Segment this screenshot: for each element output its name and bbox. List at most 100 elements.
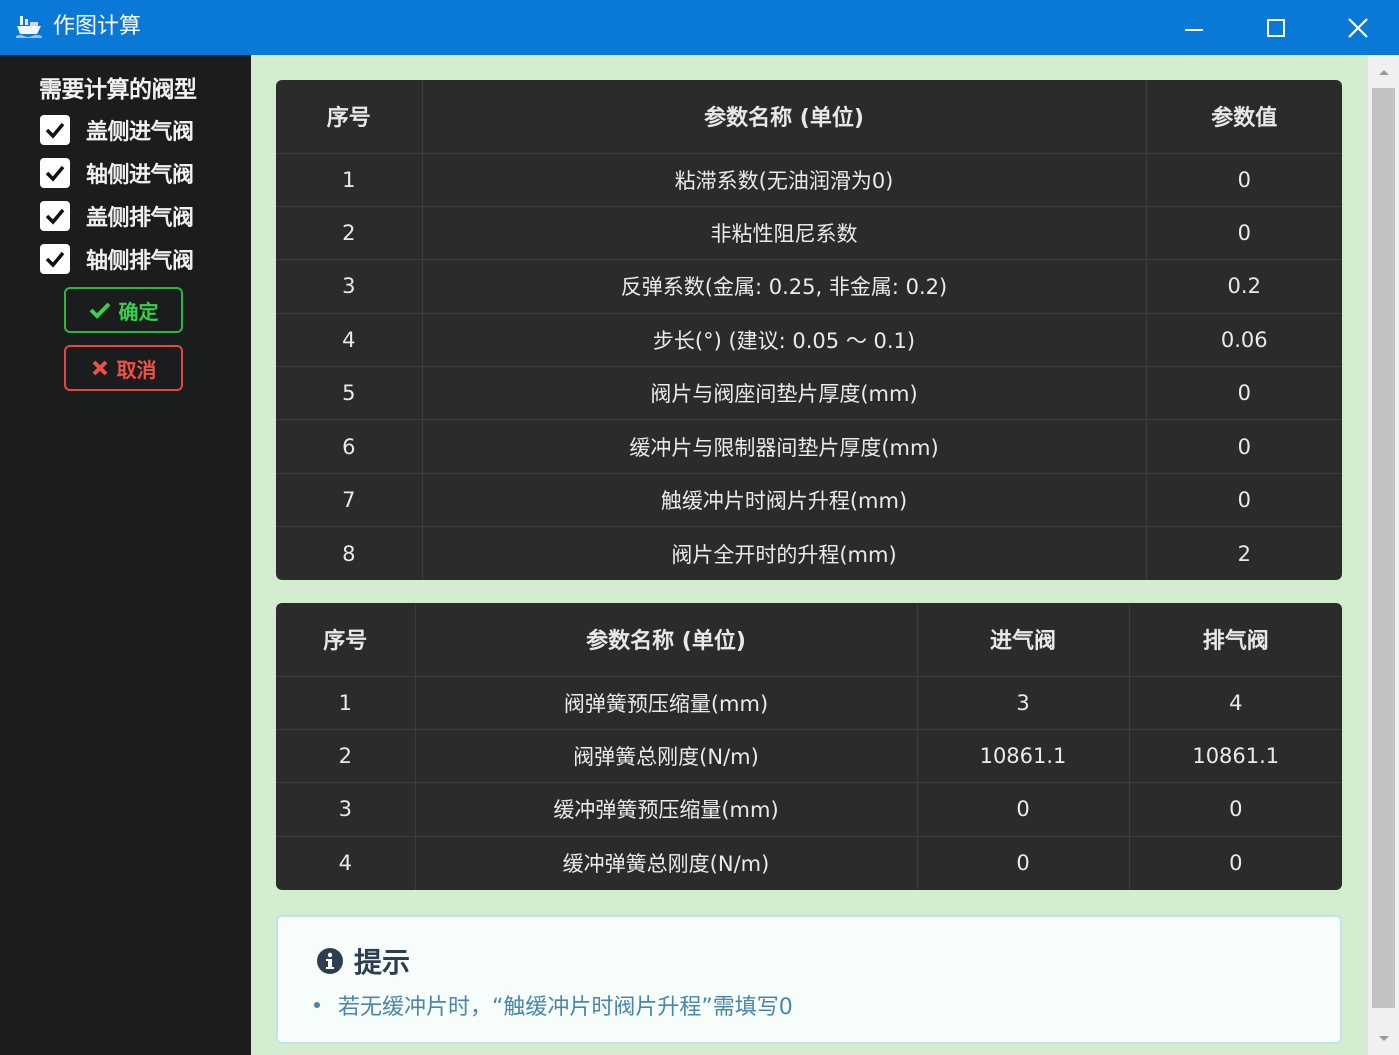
row-index: 6 (276, 419, 423, 474)
scroll-up-button[interactable] (1368, 55, 1399, 88)
param-value-cell[interactable]: 0.06 (1146, 313, 1342, 368)
param-name: 粘滞系数(无油润滑为0) (422, 153, 1147, 207)
column-header-value: 参数值 (1146, 80, 1342, 154)
checkbox-box[interactable] (40, 158, 70, 188)
checkbox-label: 轴侧进气阀 (86, 163, 194, 188)
intake-value-cell[interactable]: 10861.1 (917, 729, 1130, 784)
checkbox-cover-intake[interactable]: 盖侧进气阀 (40, 114, 194, 146)
column-header-name: 参数名称 (单位) (422, 80, 1147, 154)
checkbox-box[interactable] (40, 115, 70, 145)
row-index: 4 (276, 313, 423, 368)
minimize-button[interactable] (1153, 0, 1235, 55)
row-index: 4 (276, 836, 416, 890)
param-name: 反弹系数(金属: 0.25, 非金属: 0.2) (422, 259, 1147, 314)
table-header-row: 序号 参数名称 (单位) 进气阀 排气阀 (276, 603, 1342, 677)
table-row: 6 缓冲片与限制器间垫片厚度(mm) 0 (276, 419, 1342, 474)
param-name: 缓冲片与限制器间垫片厚度(mm) (422, 419, 1147, 474)
row-index: 3 (276, 782, 416, 837)
param-value-cell[interactable]: 0 (1146, 419, 1342, 474)
exhaust-value-cell[interactable]: 0 (1129, 836, 1342, 889)
param-value-cell[interactable]: 0 (1146, 366, 1342, 421)
param-value-cell[interactable]: 0.2 (1146, 259, 1342, 314)
table-row: 3 缓冲弹簧预压缩量(mm) 0 0 (276, 782, 1342, 837)
checkbox-shaft-intake[interactable]: 轴侧进气阀 (40, 157, 194, 189)
tip-title: 提示 (354, 946, 411, 979)
table-row: 5 阀片与阀座间垫片厚度(mm) 0 (276, 366, 1342, 421)
table-row: 2 阀弹簧总刚度(N/m) 10861.1 10861.1 (276, 729, 1342, 784)
general-params-table: 序号 参数名称 (单位) 参数值 1 粘滞系数(无油润滑为0) 0 2 非粘性阻尼系数… (276, 80, 1342, 581)
param-name: 阀片与阀座间垫片厚度(mm) (422, 366, 1147, 421)
checkbox-box[interactable] (40, 244, 70, 274)
table-row: 4 步长(°) (建议: 0.05 ～ 0.1) 0.06 (276, 313, 1342, 368)
checkbox-box[interactable] (40, 201, 70, 231)
param-name: 阀弹簧预压缩量(mm) (415, 676, 918, 730)
row-index: 8 (276, 526, 423, 581)
param-name: 步长(°) (建议: 0.05 ～ 0.1) (422, 313, 1147, 368)
arrow-down-icon (1378, 1035, 1389, 1041)
intake-value-cell[interactable]: 0 (917, 836, 1130, 890)
scrollbar-thumb[interactable] (1372, 88, 1395, 1008)
x-icon (92, 360, 107, 376)
window-title: 作图计算 (53, 14, 142, 39)
checkbox-cover-exhaust[interactable]: 盖侧排气阀 (40, 200, 194, 232)
table-row: 4 缓冲弹簧总刚度(N/m) 0 0 (276, 836, 1342, 890)
param-value-cell[interactable]: 2 (1146, 527, 1342, 580)
vertical-scrollbar[interactable] (1368, 55, 1399, 1055)
close-button[interactable] (1317, 0, 1399, 55)
table-row: 8 阀片全开时的升程(mm) 2 (276, 526, 1342, 581)
column-header-name: 参数名称 (单位) (415, 603, 918, 677)
param-name: 缓冲弹簧总刚度(N/m) (415, 836, 918, 890)
param-value-cell[interactable]: 0 (1146, 206, 1342, 261)
checkmark-icon (45, 208, 65, 225)
maximize-icon (1267, 18, 1285, 37)
param-value-cell[interactable]: 0 (1146, 153, 1342, 207)
checkbox-label: 盖侧排气阀 (86, 206, 194, 231)
exhaust-value-cell[interactable]: 4 (1129, 676, 1342, 730)
minimize-icon (1185, 28, 1203, 31)
info-icon (317, 948, 343, 974)
checkbox-shaft-exhaust[interactable]: 轴侧排气阀 (40, 243, 194, 275)
tip-header: 提示 (316, 941, 410, 981)
exhaust-value-cell[interactable]: 10861.1 (1129, 729, 1342, 784)
table-header-row: 序号 参数名称 (单位) 参数值 (276, 80, 1342, 154)
maximize-button[interactable] (1235, 0, 1317, 55)
title-bar: 作图计算 (0, 0, 1399, 55)
exhaust-value-cell[interactable]: 0 (1129, 782, 1342, 837)
checkmark-icon (45, 251, 65, 268)
checkbox-label: 盖侧进气阀 (86, 120, 194, 145)
tip-box: 提示 若无缓冲片时，“触缓冲片时阀片升程”需填写0 (276, 915, 1342, 1044)
param-name: 触缓冲片时阀片升程(mm) (422, 473, 1147, 528)
table-row: 1 粘滞系数(无油润滑为0) 0 (276, 153, 1342, 207)
param-name: 阀弹簧总刚度(N/m) (415, 729, 918, 784)
tip-item: 若无缓冲片时，“触缓冲片时阀片升程”需填写0 (314, 989, 793, 1021)
cancel-button[interactable]: 取消 (64, 345, 183, 391)
cancel-label: 取消 (116, 357, 157, 382)
spring-params-table: 序号 参数名称 (单位) 进气阀 排气阀 1 阀弹簧预压缩量(mm) 3 4 2 阀弹簧… (276, 603, 1342, 890)
checkmark-icon (45, 165, 65, 182)
column-header-index: 序号 (276, 80, 423, 154)
close-icon (1348, 17, 1368, 38)
check-icon (89, 302, 110, 319)
table-row: 3 反弹系数(金属: 0.25, 非金属: 0.2) 0.2 (276, 259, 1342, 314)
main-panel: 序号 参数名称 (单位) 参数值 1 粘滞系数(无油润滑为0) 0 2 非粘性阻尼系数… (251, 55, 1368, 1055)
confirm-button[interactable]: 确定 (64, 287, 183, 333)
column-header-intake: 进气阀 (917, 603, 1130, 677)
scroll-down-button[interactable] (1368, 1022, 1399, 1055)
row-index: 1 (276, 153, 423, 207)
param-name: 阀片全开时的升程(mm) (422, 526, 1147, 581)
confirm-label: 确定 (118, 299, 159, 324)
row-index: 5 (276, 366, 423, 421)
column-header-index: 序号 (276, 603, 416, 677)
table-row: 1 阀弹簧预压缩量(mm) 3 4 (276, 676, 1342, 730)
param-name: 缓冲弹簧预压缩量(mm) (415, 782, 918, 837)
param-name: 非粘性阻尼系数 (422, 206, 1147, 261)
checkbox-label: 轴侧排气阀 (86, 249, 194, 274)
row-index: 2 (276, 729, 416, 784)
intake-value-cell[interactable]: 0 (917, 782, 1130, 837)
checkmark-icon (45, 122, 65, 139)
column-header-exhaust: 排气阀 (1129, 603, 1342, 677)
intake-value-cell[interactable]: 3 (917, 676, 1130, 730)
bullet-icon (314, 1002, 320, 1008)
param-value-cell[interactable]: 0 (1146, 473, 1342, 528)
table-row: 2 非粘性阻尼系数 0 (276, 206, 1342, 261)
